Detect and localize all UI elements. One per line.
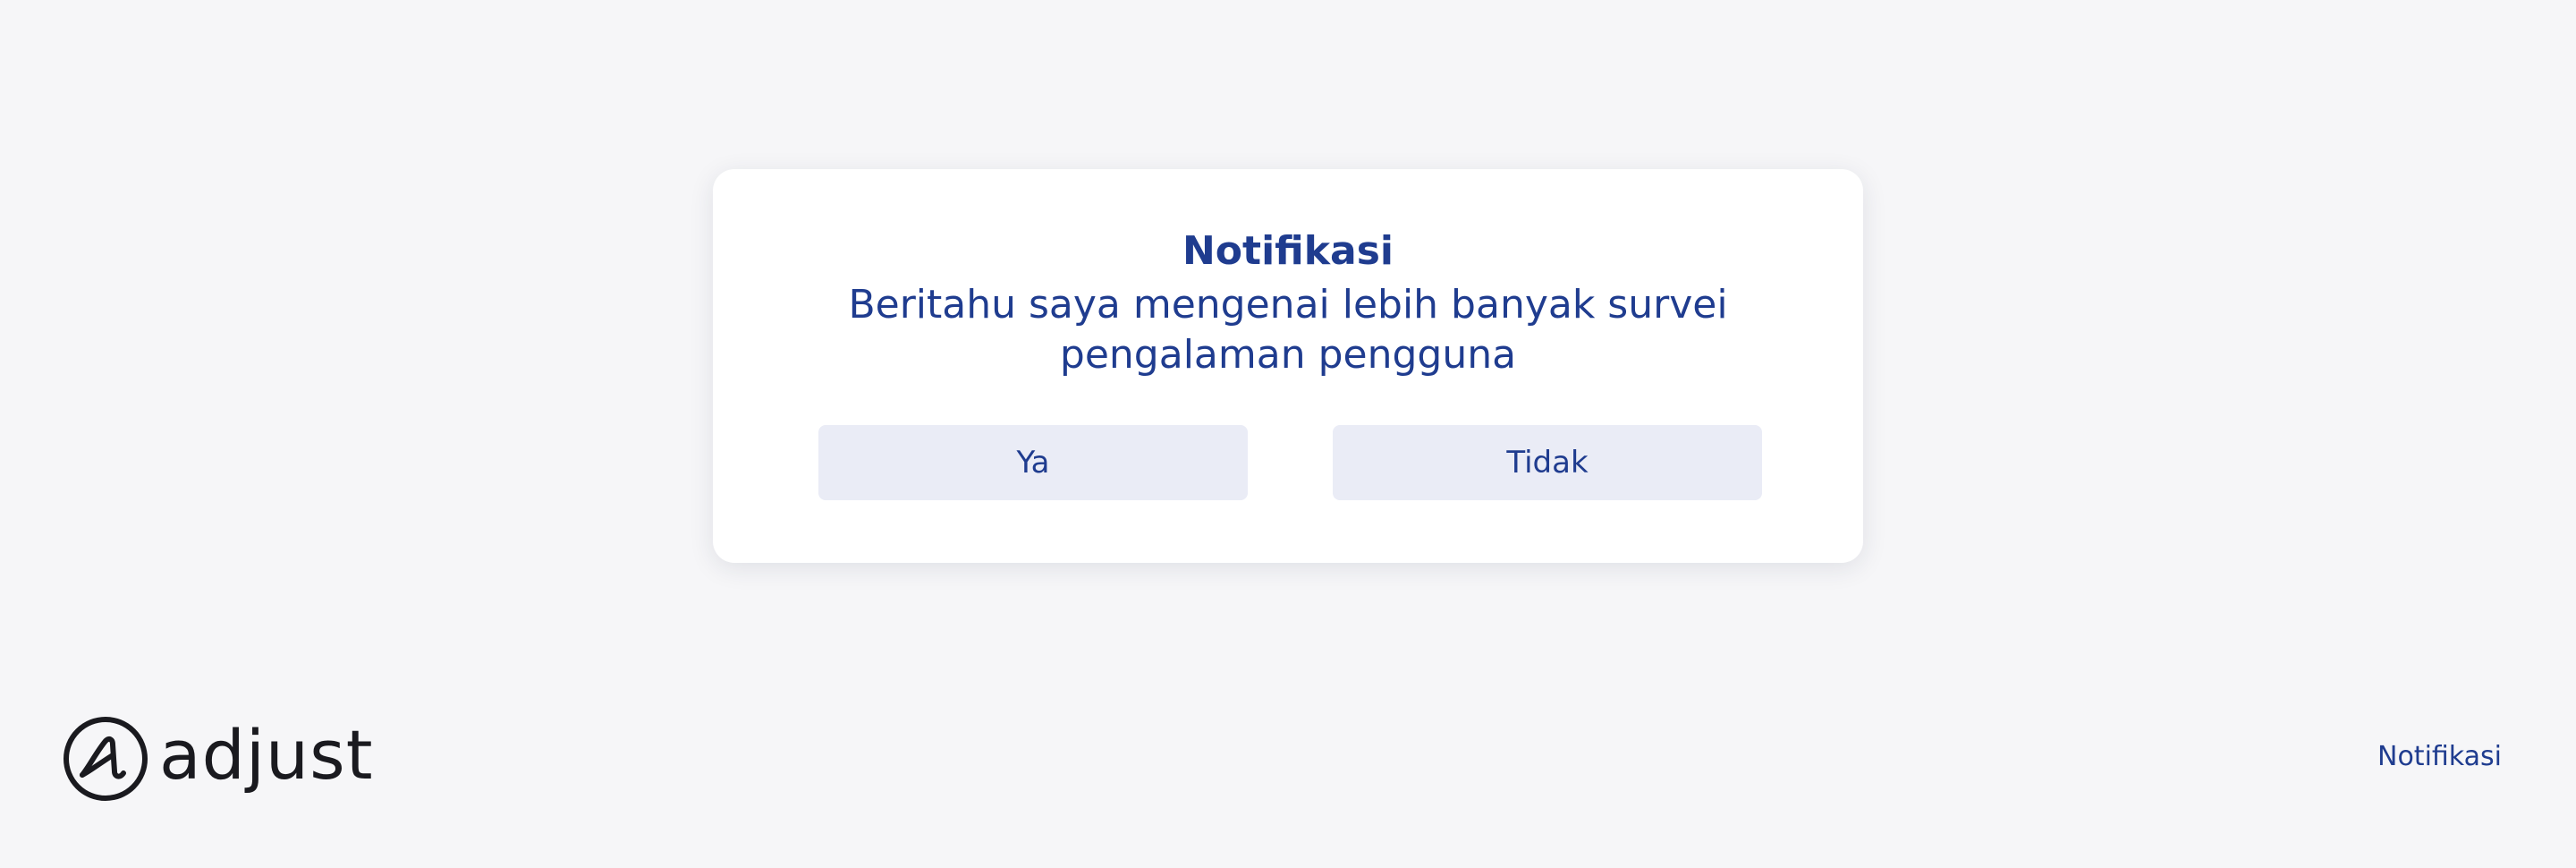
yes-button[interactable]: Ya bbox=[818, 425, 1248, 500]
brand-logo: adjust bbox=[63, 715, 374, 802]
page: Notifikasi Beritahu saya mengenai lebih … bbox=[0, 0, 2576, 868]
logo-wordmark: adjust bbox=[159, 715, 374, 795]
dialog-message: Beritahu saya mengenai lebih banyak surv… bbox=[848, 282, 1728, 378]
adjust-logo-icon bbox=[64, 717, 148, 801]
footer-notification-link[interactable]: Notifikasi bbox=[2377, 739, 2502, 775]
notification-dialog: Notifikasi Beritahu saya mengenai lebih … bbox=[713, 169, 1863, 563]
no-button[interactable]: Tidak bbox=[1333, 425, 1762, 500]
dialog-title: Notifikasi bbox=[1182, 228, 1394, 274]
